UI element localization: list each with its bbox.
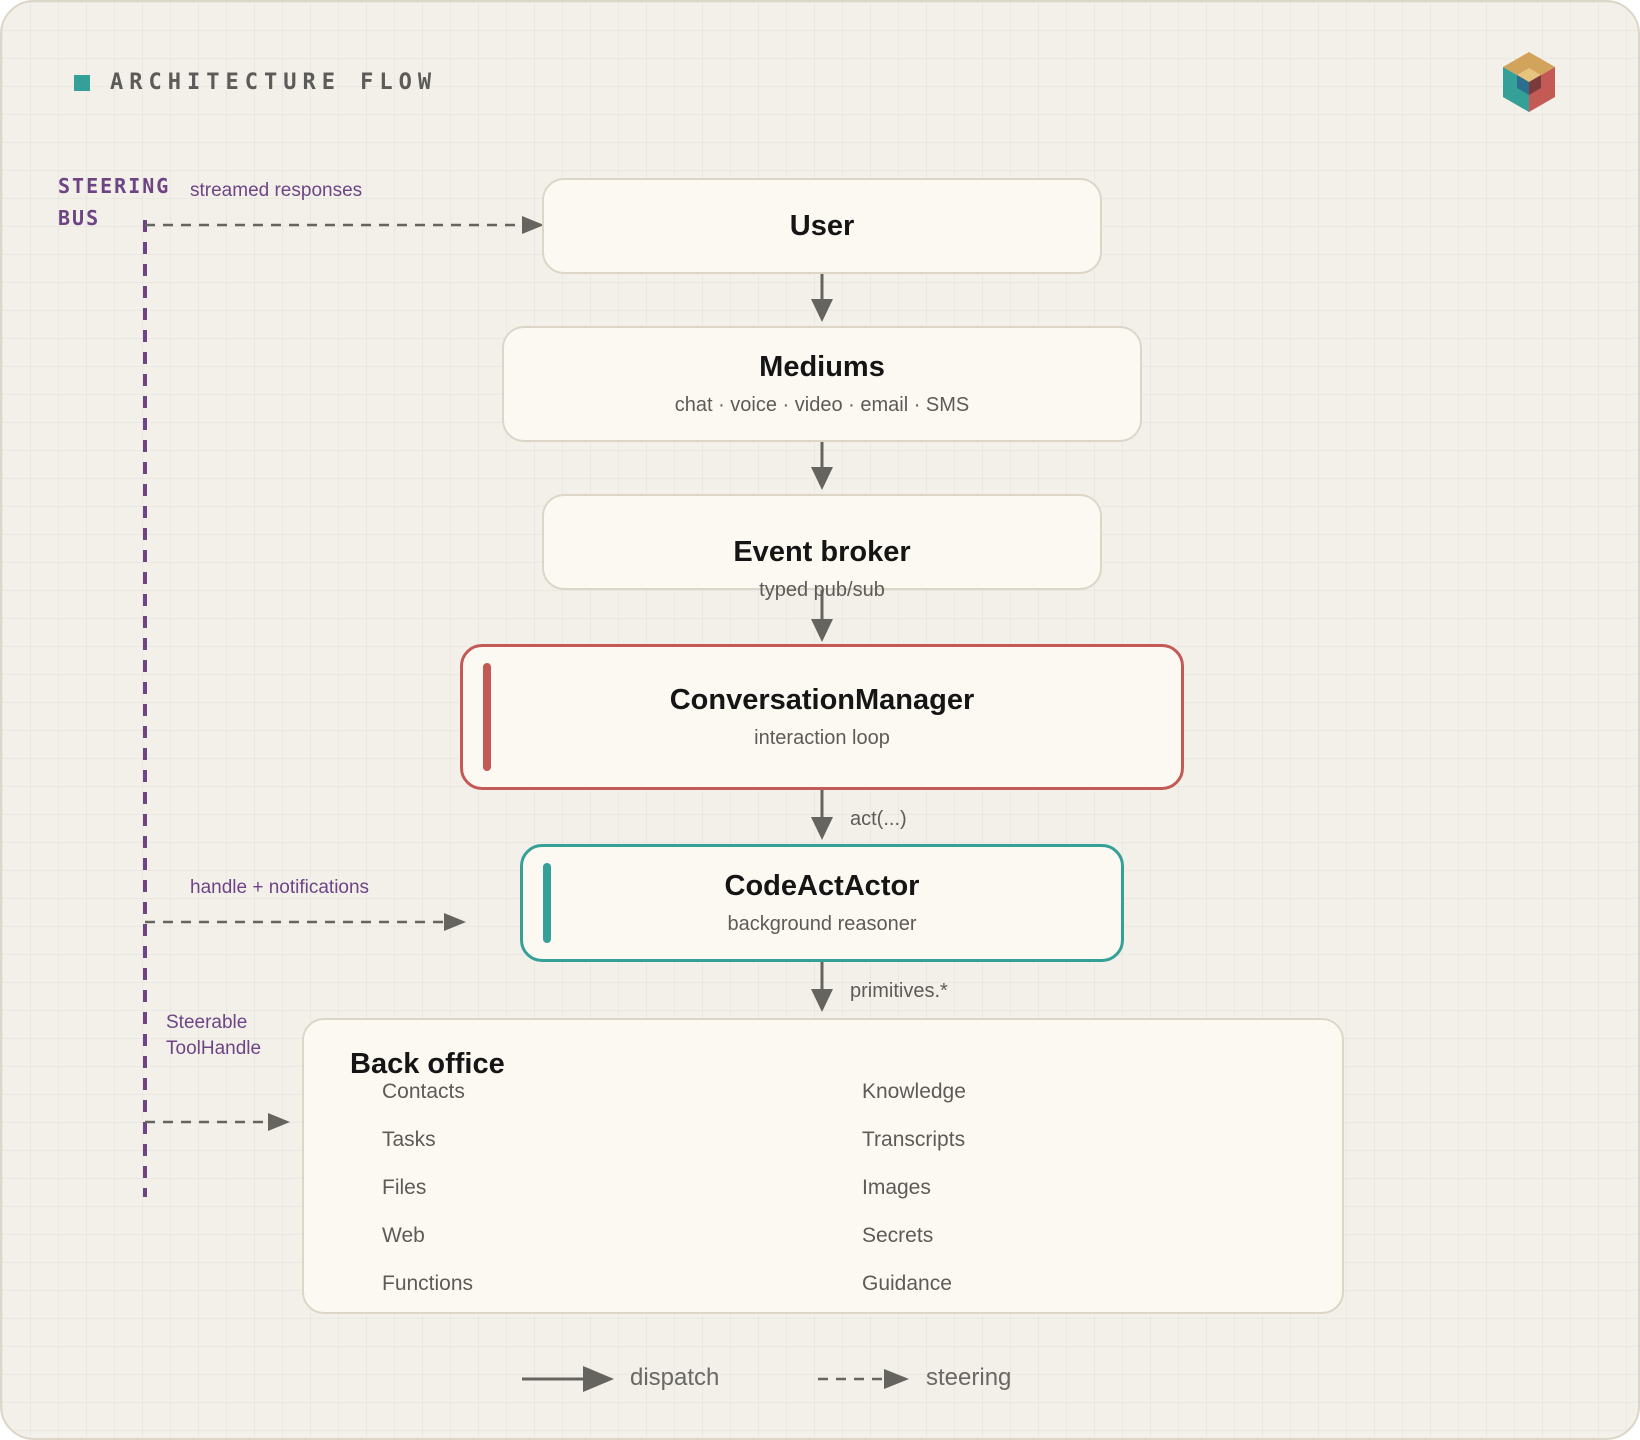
edge-label-act: act(...) [850, 808, 907, 830]
back-office-item-contacts: Contacts [382, 1080, 465, 1103]
node-user[interactable]: User [542, 178, 1102, 274]
dispatch-arrow-mediums-broker [811, 442, 833, 490]
dispatch-arrow-user-mediums [811, 274, 833, 322]
node-mediums-title: Mediums [759, 351, 885, 383]
node-user-title: User [789, 209, 855, 242]
edge-label-primitives: primitives.* [850, 980, 948, 1002]
legend-dispatch-label: dispatch [630, 1364, 720, 1391]
conversation-manager-accent-bar [483, 663, 491, 771]
back-office-item-functions: Functions [382, 1272, 474, 1295]
steering-arrow-actor [145, 913, 466, 931]
back-office-item-secrets: Secrets [862, 1224, 934, 1247]
node-mediums-subtitle: chat · voice · video · email · SMS [674, 394, 970, 416]
handle-notifications-label: handle + notifications [190, 877, 370, 898]
back-office-item-transcripts: Transcripts [862, 1128, 966, 1151]
back-office-item-knowledge: Knowledge [862, 1080, 966, 1103]
node-code-act-actor-subtitle: background reasoner [727, 913, 917, 935]
steering-bus-label-line2: BUS [58, 206, 101, 230]
steerable-toolhandle-label: Steerable ToolHandle [166, 1010, 261, 1062]
node-conversation-manager[interactable]: ConversationManager interaction loop [460, 644, 1184, 790]
legend-steering-label: steering [926, 1364, 1012, 1391]
code-act-actor-accent-bar [543, 863, 551, 943]
dispatch-arrow-actor-back-office [811, 962, 833, 1012]
streamed-responses-label: streamed responses [190, 180, 363, 201]
steering-arrow-back-office [145, 1113, 290, 1131]
node-event-broker-title: Event broker [733, 536, 911, 568]
diagram-canvas: ARCHITECTURE FLOW STEERING BUS streamed … [0, 0, 1640, 1440]
legend-dispatch-arrow-icon [522, 1366, 614, 1392]
node-event-broker-subtitle: typed pub/sub [759, 579, 885, 601]
back-office-item-web: Web [382, 1224, 425, 1247]
back-office-item-images: Images [862, 1176, 931, 1199]
steering-bus-label: STEERING BUS [58, 170, 170, 234]
steerable-label-line2: ToolHandle [166, 1038, 262, 1059]
back-office-title: Back office [350, 1048, 505, 1080]
back-office-item-tasks: Tasks [382, 1128, 436, 1151]
node-code-act-actor[interactable]: CodeActActor background reasoner [520, 844, 1124, 962]
steering-bus-label-line1: STEERING [58, 174, 171, 198]
dispatch-arrow-manager-actor [811, 790, 833, 840]
node-conversation-manager-title: ConversationManager [669, 684, 975, 716]
back-office-item-guidance: Guidance [862, 1272, 952, 1295]
node-conversation-manager-subtitle: interaction loop [754, 727, 890, 749]
node-event-broker[interactable]: Event broker typed pub/sub [542, 494, 1102, 601]
back-office-item-files: Files [382, 1176, 427, 1199]
node-code-act-actor-title: CodeActActor [724, 870, 920, 902]
legend-steering-arrow-icon [818, 1369, 909, 1389]
node-mediums[interactable]: Mediums chat · voice · video · email · S… [502, 326, 1142, 442]
steering-arrow-user [145, 216, 544, 234]
node-back-office[interactable]: Back office Contacts Tasks Files Web Fun… [302, 1018, 1344, 1314]
steerable-label-line1: Steerable [166, 1012, 248, 1033]
